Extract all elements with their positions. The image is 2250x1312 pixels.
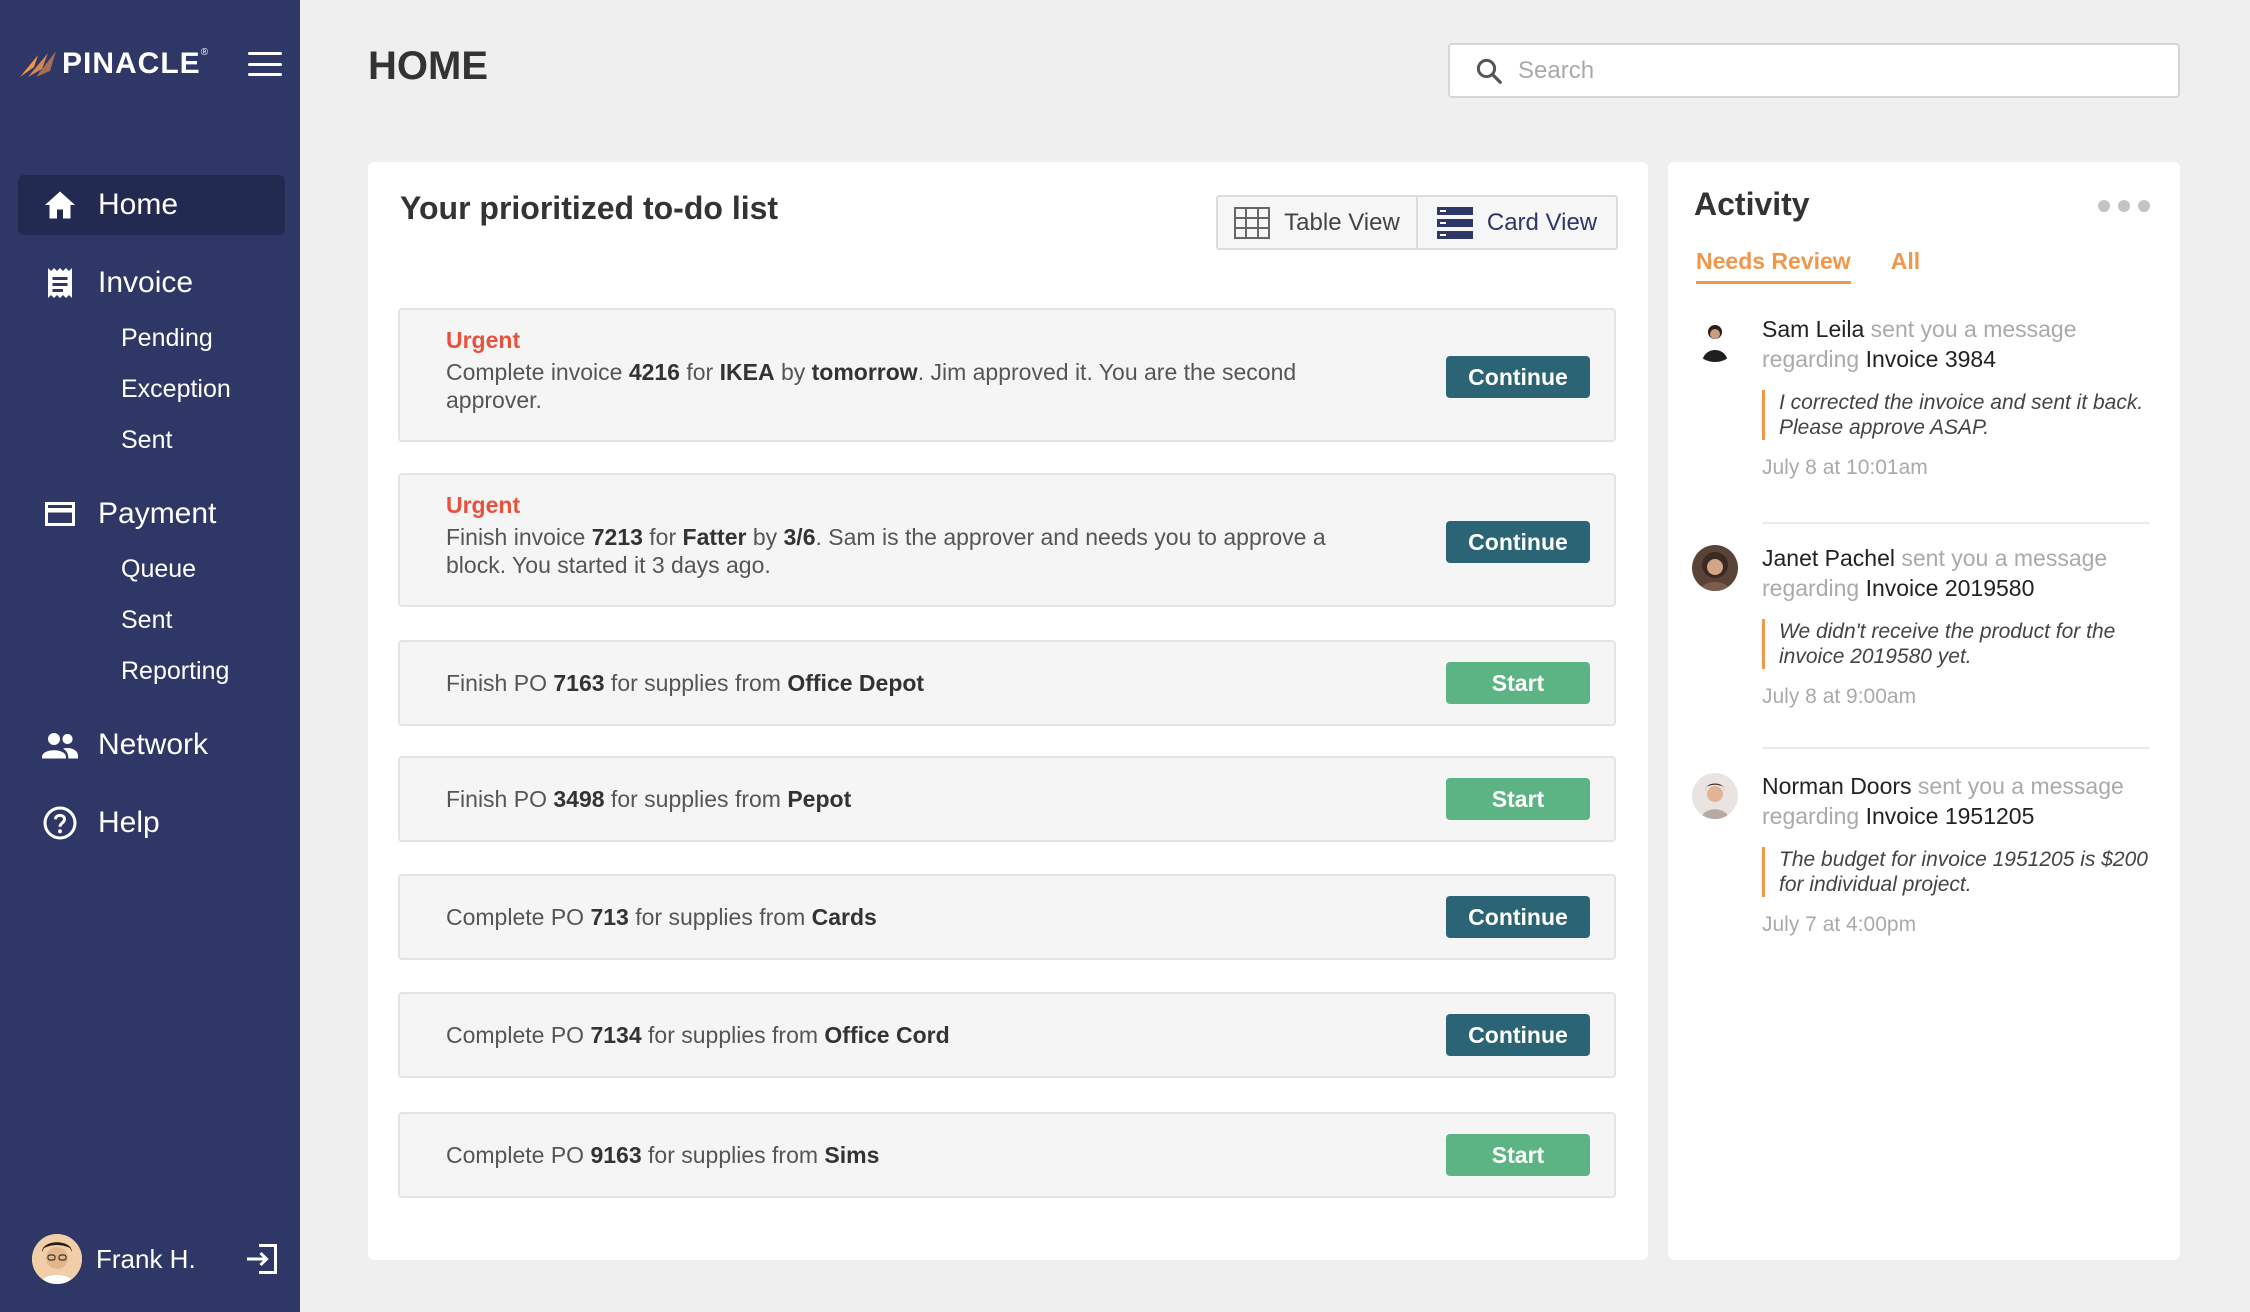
message-quote: The budget for invoice 1951205 is $200 f…	[1762, 847, 2158, 897]
continue-button[interactable]: Continue	[1446, 356, 1590, 398]
activity-tabs: Needs Review All	[1696, 248, 1920, 284]
search-box	[1448, 43, 2180, 98]
user-profile: Frank H.	[32, 1232, 280, 1286]
message-header: Norman Doors sent you a message regardin…	[1762, 773, 2124, 829]
start-button[interactable]: Start	[1446, 1134, 1590, 1176]
message-quote: I corrected the invoice and sent it back…	[1762, 390, 2158, 440]
sidebar-subitem-reporting[interactable]: Reporting	[121, 646, 285, 697]
sidebar-item-label: Payment	[98, 497, 217, 530]
table-view-button[interactable]: Table View	[1218, 197, 1416, 248]
divider	[1762, 747, 2150, 749]
card-view-button[interactable]: Card View	[1416, 197, 1616, 248]
sidebar-item-invoice[interactable]: Invoice	[18, 253, 285, 313]
tab-all[interactable]: All	[1891, 248, 1920, 284]
sidebar-subitem-invoice-sent[interactable]: Sent	[121, 415, 285, 466]
task-description: Complete PO 9163 for supplies from Sims	[446, 1142, 880, 1168]
divider	[1762, 522, 2150, 524]
task-description: Complete PO 7134 for supplies from Offic…	[446, 1022, 950, 1048]
invoice-icon	[40, 263, 80, 303]
todo-item: Finish PO 7163 for supplies from Office …	[398, 640, 1616, 726]
sender-avatar	[1692, 316, 1738, 362]
sidebar-subitem-pending[interactable]: Pending	[121, 313, 285, 364]
brand-name: PINACLE®	[62, 47, 210, 80]
search-input[interactable]	[1518, 56, 2178, 85]
task-description: Finish PO 7163 for supplies from Office …	[446, 670, 925, 696]
continue-button[interactable]: Continue	[1446, 1014, 1590, 1056]
card-view-label: Card View	[1486, 208, 1598, 236]
urgent-label: Urgent	[446, 492, 521, 518]
todo-card: Your prioritized to-do list Table View C…	[368, 162, 1648, 1260]
sender-avatar	[1692, 545, 1738, 591]
task-description: Finish PO 3498 for supplies from Pepot	[446, 786, 852, 812]
table-grid-icon	[1234, 206, 1271, 239]
message-timestamp: July 8 at 9:00am	[1762, 685, 1917, 708]
sidebar-item-label: Help	[98, 806, 160, 839]
urgent-label: Urgent	[446, 327, 521, 353]
sidebar-subitem-payment-sent[interactable]: Sent	[121, 595, 285, 646]
task-description: Finish invoice 7213 for Fatter by 3/6. S…	[446, 524, 1326, 578]
people-icon	[40, 725, 80, 765]
todo-item: Urgent Finish invoice 7213 for Fatter by…	[398, 473, 1616, 607]
message-header: Sam Leila sent you a message regarding I…	[1762, 316, 2077, 372]
logo-row: PINACLE®	[18, 44, 282, 84]
more-options-icon[interactable]	[2098, 198, 2150, 214]
logo[interactable]: PINACLE®	[18, 47, 209, 81]
search-icon	[1476, 58, 1502, 84]
activity-panel: Activity Needs Review All Sam Leila sent…	[1668, 162, 2180, 1260]
sidebar-item-home[interactable]: Home	[18, 175, 285, 235]
table-view-label: Table View	[1284, 208, 1400, 236]
activity-title: Activity	[1694, 186, 1810, 222]
sidebar-item-payment[interactable]: Payment	[18, 484, 285, 544]
logo-mark-icon	[20, 51, 56, 77]
logout-icon[interactable]	[244, 1241, 280, 1277]
user-name: Frank H.	[96, 1243, 196, 1274]
message-timestamp: July 8 at 10:01am	[1762, 456, 1928, 479]
credit-card-icon	[40, 494, 80, 534]
tab-needs-review[interactable]: Needs Review	[1696, 248, 1851, 284]
sidebar-item-label: Home	[98, 188, 179, 221]
hamburger-menu-icon[interactable]	[248, 50, 282, 78]
page-title: HOME	[368, 44, 488, 88]
card-list-icon	[1436, 206, 1473, 239]
todo-item: Complete PO 7134 for supplies from Offic…	[398, 992, 1616, 1078]
sidebar-subitem-queue[interactable]: Queue	[121, 544, 285, 595]
task-description: Complete invoice 4216 for IKEA by tomorr…	[446, 359, 1297, 413]
continue-button[interactable]: Continue	[1446, 521, 1590, 563]
task-description: Complete PO 713 for supplies from Cards	[446, 904, 877, 930]
home-icon	[40, 185, 80, 225]
todo-item: Urgent Complete invoice 4216 for IKEA by…	[398, 308, 1616, 442]
start-button[interactable]: Start	[1446, 662, 1590, 704]
help-icon	[40, 803, 80, 843]
todo-title: Your prioritized to-do list	[400, 190, 779, 226]
sidebar-item-label: Invoice	[98, 266, 194, 299]
sidebar-subitem-exception[interactable]: Exception	[121, 364, 285, 415]
view-toggle: Table View Card View	[1216, 195, 1618, 250]
todo-item: Complete PO 9163 for supplies from Sims …	[398, 1112, 1616, 1198]
todo-item: Finish PO 3498 for supplies from Pepot S…	[398, 756, 1616, 842]
todo-item: Complete PO 713 for supplies from Cards …	[398, 874, 1616, 960]
start-button[interactable]: Start	[1446, 778, 1590, 820]
invoice-submenu: Pending Exception Sent	[18, 313, 285, 466]
sidebar-item-help[interactable]: Help	[18, 793, 285, 853]
sidebar-nav: Home Invoice Pending Exception Sent Paym…	[18, 175, 285, 853]
message-quote: We didn't receive the product for the in…	[1762, 619, 2158, 669]
continue-button[interactable]: Continue	[1446, 896, 1590, 938]
sidebar: PINACLE® Home Invoice Pending Exception …	[0, 0, 300, 1312]
message-header: Janet Pachel sent you a message regardin…	[1762, 545, 2108, 601]
user-avatar[interactable]	[32, 1234, 82, 1284]
sidebar-item-network[interactable]: Network	[18, 715, 285, 775]
sender-avatar	[1692, 773, 1738, 819]
message-timestamp: July 7 at 4:00pm	[1762, 913, 1917, 936]
payment-submenu: Queue Sent Reporting	[18, 544, 285, 697]
sidebar-item-label: Network	[98, 728, 209, 761]
